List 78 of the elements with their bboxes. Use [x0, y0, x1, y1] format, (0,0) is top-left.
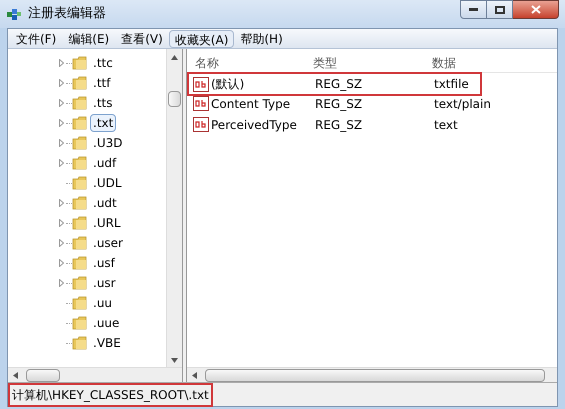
folder-icon — [72, 336, 88, 350]
column-header[interactable]: 名称 — [187, 54, 307, 72]
tree-item[interactable]: .VBE — [91, 335, 123, 351]
folder-icon — [72, 156, 88, 170]
value-data: text/plain — [433, 96, 491, 112]
registry-icon — [6, 6, 22, 22]
expand-arrow-icon[interactable] — [58, 219, 64, 227]
tree-item[interactable]: .U3D — [91, 135, 124, 151]
status-path: 计算机\HKEY_CLASSES_ROOT\.txt — [8, 382, 213, 406]
scroll-down-icon[interactable] — [171, 358, 178, 363]
expand-arrow-icon[interactable] — [58, 99, 64, 107]
folder-icon — [72, 216, 88, 230]
expand-arrow-icon[interactable] — [58, 159, 64, 167]
expand-arrow-icon[interactable] — [58, 119, 64, 127]
column-header[interactable]: 类型 — [307, 54, 426, 72]
tree-item[interactable]: .udt — [91, 195, 119, 211]
expand-arrow-icon[interactable] — [58, 139, 64, 147]
value-name[interactable]: Content Type — [211, 94, 290, 112]
tree-item[interactable]: .txt — [90, 114, 116, 132]
folder-icon — [72, 176, 88, 190]
scroll-up-icon[interactable] — [171, 55, 178, 60]
folder-icon — [72, 96, 88, 110]
menu-item[interactable]: 帮助(H) — [234, 30, 289, 48]
value-data: txtfile — [433, 76, 469, 93]
horizontal-scrollbar[interactable] — [187, 367, 557, 382]
tree-item[interactable]: .tts — [91, 95, 114, 111]
horizontal-scrollbar[interactable] — [8, 367, 182, 382]
folder-icon — [72, 296, 88, 310]
value-data: text — [433, 116, 458, 134]
minimize-button[interactable] — [460, 0, 487, 19]
folder-icon — [72, 56, 88, 70]
folder-icon — [72, 276, 88, 290]
tree-item[interactable]: .uue — [91, 315, 122, 331]
minimize-icon — [469, 8, 478, 11]
value-type: REG_SZ — [314, 96, 364, 112]
scroll-thumb[interactable] — [26, 369, 60, 382]
expand-arrow-icon[interactable] — [58, 259, 64, 267]
expand-arrow-icon[interactable] — [58, 59, 64, 67]
menu-item[interactable]: 收藏夹(A) — [168, 30, 234, 48]
expand-arrow-icon[interactable] — [58, 239, 64, 247]
tree-item[interactable]: .uu — [91, 295, 114, 311]
menu-item[interactable]: 编辑(E) — [62, 30, 116, 48]
string-value-icon — [193, 96, 209, 111]
string-value-icon — [193, 117, 209, 132]
tree-item[interactable]: .udf — [91, 155, 118, 171]
folder-icon — [72, 236, 88, 250]
folder-icon — [72, 196, 88, 210]
tree-item[interactable]: .UDL — [91, 175, 124, 191]
folder-icon — [72, 76, 88, 90]
menu-item[interactable]: 查看(V) — [115, 30, 169, 48]
folder-icon — [72, 256, 88, 270]
tree-item[interactable]: .URL — [91, 215, 123, 231]
folder-icon — [72, 116, 88, 130]
vertical-scrollbar[interactable] — [166, 49, 182, 367]
tree-item[interactable]: .ttf — [91, 75, 112, 91]
column-header[interactable]: 数据 — [426, 54, 456, 72]
close-button[interactable] — [513, 0, 559, 19]
expand-arrow-icon[interactable] — [58, 199, 64, 207]
tree-item[interactable]: .user — [91, 235, 125, 251]
menu-item[interactable]: 文件(F) — [10, 30, 62, 48]
expand-arrow-icon[interactable] — [58, 79, 64, 87]
folder-icon — [72, 316, 88, 330]
value-type: REG_SZ — [314, 116, 364, 134]
string-value-icon — [193, 76, 209, 92]
maximize-icon — [494, 6, 504, 14]
window-title: 注册表编辑器 — [28, 5, 106, 24]
value-name[interactable]: (默认) — [211, 75, 244, 93]
scroll-thumb[interactable] — [205, 369, 545, 382]
tree-item[interactable]: .ttc — [91, 55, 115, 71]
tree-item[interactable]: .usr — [91, 275, 118, 291]
folder-icon — [72, 136, 88, 150]
value-type: REG_SZ — [314, 76, 364, 93]
scroll-thumb[interactable] — [168, 91, 181, 107]
value-name[interactable]: PerceivedType — [211, 116, 297, 134]
tree-item[interactable]: .usf — [91, 255, 117, 271]
close-icon — [530, 5, 540, 14]
expand-arrow-icon[interactable] — [58, 279, 64, 287]
maximize-button[interactable] — [487, 0, 513, 19]
